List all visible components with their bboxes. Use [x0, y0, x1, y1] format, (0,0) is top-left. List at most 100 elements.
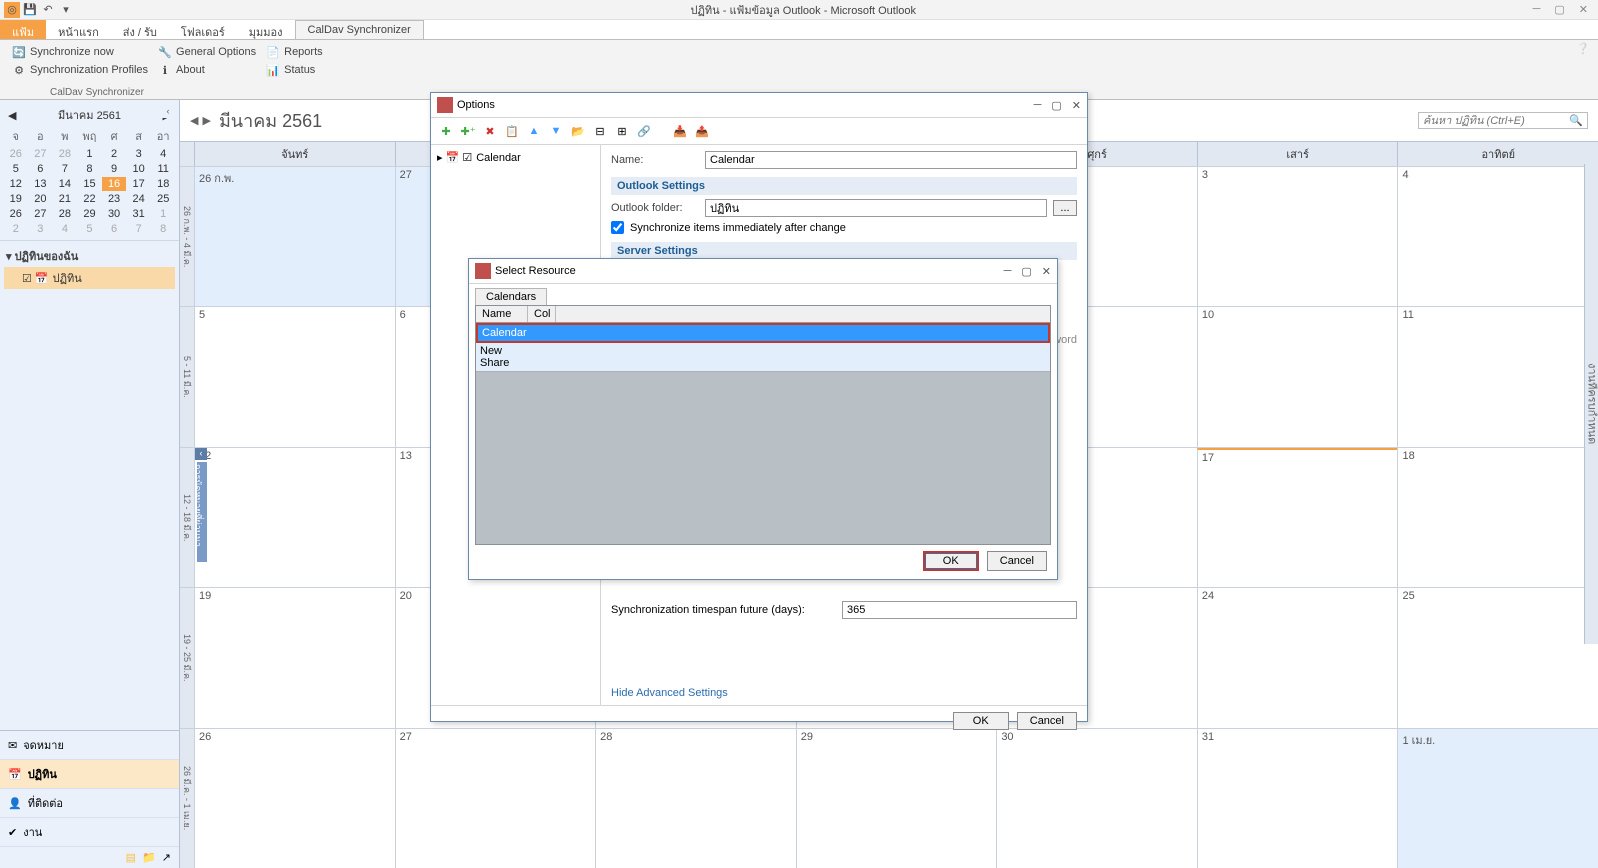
tab-folder[interactable]: โฟลเดอร์ [169, 20, 237, 39]
options-cancel-button[interactable]: Cancel [1017, 712, 1077, 730]
resource-list[interactable]: Name Col Calendar New Share [475, 305, 1051, 545]
options-ok-button[interactable]: OK [953, 712, 1009, 730]
calendar-cell[interactable]: 3 [1197, 167, 1398, 306]
save-icon[interactable]: 💾 [22, 2, 38, 18]
nav-mail[interactable]: ✉จดหมาย [0, 731, 179, 760]
export-icon[interactable]: 📤 [693, 122, 711, 140]
mini-cal-day[interactable]: 30 [102, 207, 126, 221]
list-row[interactable]: New Share [476, 343, 1050, 372]
calendar-cell[interactable]: 31 [1197, 729, 1398, 868]
add-multi-icon[interactable]: ✚⁺ [459, 122, 477, 140]
mini-cal-day[interactable]: 3 [127, 147, 151, 161]
calendar-cell[interactable]: 19 [194, 588, 395, 727]
mini-cal-day[interactable]: 27 [29, 207, 53, 221]
calendar-tree-item[interactable]: ☑ 📅 ปฏิทิน [4, 267, 175, 289]
mini-cal-day[interactable]: 8 [151, 222, 175, 236]
mini-cal-day[interactable]: 21 [53, 192, 77, 206]
about-button[interactable]: ℹAbout [154, 62, 260, 78]
hide-advanced-link[interactable]: Hide Advanced Settings [611, 687, 1077, 699]
delete-icon[interactable]: ✖ [481, 122, 499, 140]
list-row[interactable]: Calendar [476, 323, 1050, 343]
mini-cal-day[interactable]: 5 [4, 162, 28, 176]
folder-icon[interactable]: 📁 [142, 851, 156, 864]
mini-cal-day[interactable]: 29 [78, 207, 102, 221]
nav-tasks[interactable]: ✔งาน [0, 818, 179, 847]
mini-cal-day[interactable]: 26 [4, 147, 28, 161]
tab-home[interactable]: หน้าแรก [46, 20, 111, 39]
mini-cal-day[interactable]: 4 [53, 222, 77, 236]
calendar-cell[interactable]: 30 [996, 729, 1197, 868]
up-icon[interactable]: ▲ [525, 122, 543, 140]
mini-cal-day[interactable]: 8 [78, 162, 102, 176]
sync-profiles-button[interactable]: ⚙Synchronization Profiles [8, 62, 152, 78]
maximize-icon[interactable]: ▢ [1554, 3, 1564, 16]
collapse-sidebar-icon[interactable]: ‹ [162, 106, 174, 118]
mini-cal-day[interactable]: 13 [29, 177, 53, 191]
search-icon[interactable]: 🔍 [1569, 114, 1583, 127]
mini-cal-day[interactable]: 9 [102, 162, 126, 176]
mini-cal-day[interactable]: 25 [151, 192, 175, 206]
import-icon[interactable]: 📥 [671, 122, 689, 140]
calendar-cell[interactable]: 29 [796, 729, 997, 868]
reports-button[interactable]: 📄Reports [262, 44, 327, 60]
nav-calendar[interactable]: 📅ปฏิทิน [0, 760, 179, 789]
tab-sendreceive[interactable]: ส่ง / รับ [111, 20, 169, 39]
col-color[interactable]: Col [528, 306, 556, 322]
copy-icon[interactable]: 📋 [503, 122, 521, 140]
mini-cal-day[interactable]: 18 [151, 177, 175, 191]
profile-tree-item[interactable]: ▸ 📅 ☑ Calendar [435, 149, 596, 166]
calendar-cell[interactable]: 25 [1397, 588, 1598, 727]
select-cancel-button[interactable]: Cancel [987, 551, 1047, 571]
add-icon[interactable]: ✚ [437, 122, 455, 140]
mini-cal-day[interactable]: 28 [53, 207, 77, 221]
down-icon[interactable]: ▼ [547, 122, 565, 140]
timespan-input[interactable] [842, 601, 1077, 619]
tab-caldav[interactable]: CalDav Synchronizer [295, 20, 424, 39]
calendar-cell[interactable]: 24 [1197, 588, 1398, 727]
search-box[interactable]: 🔍 [1418, 112, 1588, 129]
general-options-button[interactable]: 🔧General Options [154, 44, 260, 60]
mini-cal-day[interactable]: 22 [78, 192, 102, 206]
open-icon[interactable]: 📂 [569, 122, 587, 140]
mini-cal-day[interactable]: 11 [151, 162, 175, 176]
mini-cal-day[interactable]: 16 [102, 177, 126, 191]
prev-month-icon[interactable]: ◀ [8, 109, 16, 122]
mini-cal-day[interactable]: 15 [78, 177, 102, 191]
status-button[interactable]: 📊Status [262, 62, 327, 78]
notes-icon[interactable]: ▤ [126, 851, 136, 864]
mini-cal-day[interactable]: 2 [4, 222, 28, 236]
mini-cal-day[interactable]: 6 [102, 222, 126, 236]
calendar-cell[interactable]: 12การนัดหมายที่ผ่านมา‹ [194, 448, 395, 587]
collapse-icon[interactable]: ⊟ [591, 122, 609, 140]
mini-calendar[interactable]: ◀ มีนาคม 2561 ▶ จอพพฤศสอา262728123456789… [0, 100, 179, 241]
shortcut-icon[interactable]: ↗ [162, 851, 171, 864]
tab-view[interactable]: มุมมอง [237, 20, 295, 39]
sync-immediate-checkbox[interactable] [611, 221, 624, 234]
calendar-cell[interactable]: 26 [194, 729, 395, 868]
calendar-cell[interactable]: 10 [1197, 307, 1398, 446]
undo-icon[interactable]: ↶ [40, 2, 56, 18]
nav-contacts[interactable]: 👤ที่ติดต่อ [0, 789, 179, 818]
mini-cal-day[interactable]: 4 [151, 147, 175, 161]
maximize-icon[interactable]: ▢ [1051, 99, 1061, 112]
cal-next-icon[interactable]: ▶ [202, 114, 210, 127]
mini-cal-day[interactable]: 28 [53, 147, 77, 161]
minimize-icon[interactable]: ─ [1533, 3, 1541, 16]
mini-cal-day[interactable]: 3 [29, 222, 53, 236]
close-icon[interactable]: ✕ [1072, 99, 1081, 112]
mini-cal-day[interactable]: 12 [4, 177, 28, 191]
calendar-cell[interactable]: 17 [1197, 448, 1398, 587]
mini-cal-day[interactable]: 7 [127, 222, 151, 236]
calendar-cell[interactable]: 28 [595, 729, 796, 868]
link-icon[interactable]: 🔗 [635, 122, 653, 140]
qat-dropdown-icon[interactable]: ▾ [58, 2, 74, 18]
close-icon[interactable]: ✕ [1579, 3, 1588, 16]
my-calendars-header[interactable]: ▾ ปฏิทินของฉัน [4, 245, 175, 267]
maximize-icon[interactable]: ▢ [1021, 265, 1031, 278]
calendar-cell[interactable]: 11 [1397, 307, 1598, 446]
cal-prev-icon[interactable]: ◀ [190, 114, 198, 127]
calendar-cell[interactable]: 27 [395, 729, 596, 868]
calendar-cell[interactable]: 26 ก.พ. [194, 167, 395, 306]
help-icon[interactable]: ❔ [1576, 42, 1590, 55]
select-ok-button[interactable]: OK [923, 551, 979, 571]
